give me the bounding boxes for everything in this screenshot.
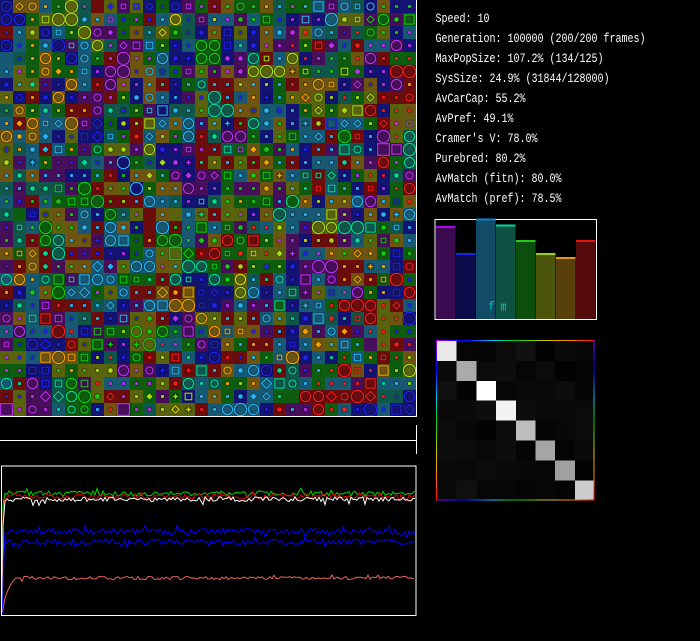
svg-text:Speed: 10: Speed: 10	[436, 11, 490, 26]
svg-text:AvMatch (fitn): 80.0%: AvMatch (fitn): 80.0%	[436, 171, 562, 186]
svg-text:AvPref: 49.1%: AvPref: 49.1%	[436, 111, 514, 126]
svg-text:Cramer's V: 78.0%: Cramer's V: 78.0%	[436, 131, 538, 146]
svg-text:m: m	[501, 300, 507, 315]
svg-text:Purebred: 80.2%: Purebred: 80.2%	[436, 151, 526, 166]
svg-text:AvCarCap: 55.2%: AvCarCap: 55.2%	[436, 91, 526, 106]
svg-text:f: f	[489, 300, 495, 315]
svg-text:Generation: 100000 (200/200 fr: Generation: 100000 (200/200 frames)	[436, 31, 646, 46]
svg-text:AvMatch (pref): 78.5%: AvMatch (pref): 78.5%	[436, 191, 562, 206]
svg-text:SysSize: 24.9% (31844/128000): SysSize: 24.9% (31844/128000)	[436, 71, 610, 86]
svg-text:MaxPopSize: 107.2% (134/125): MaxPopSize: 107.2% (134/125)	[436, 51, 604, 66]
